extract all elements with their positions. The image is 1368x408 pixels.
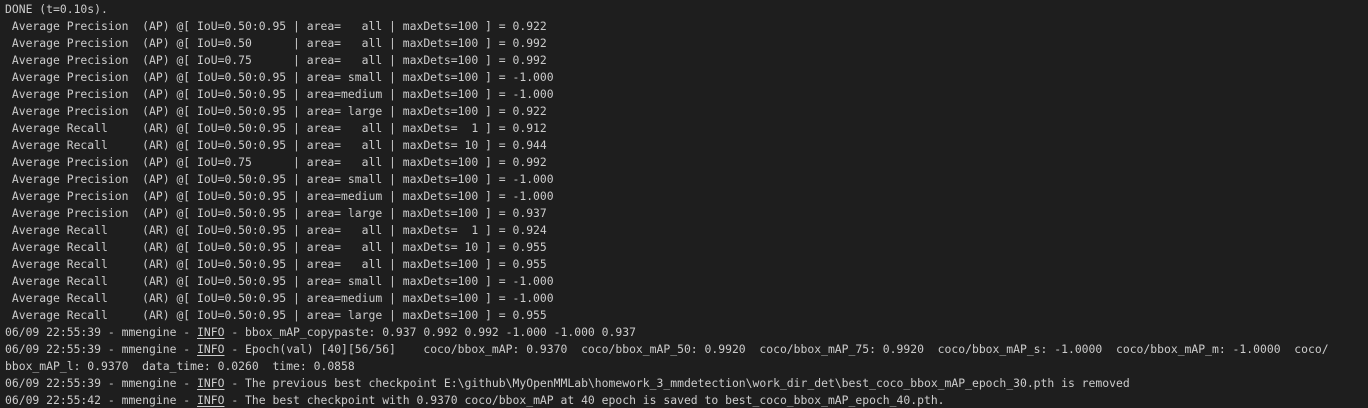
info-label: INFO bbox=[197, 393, 225, 407]
log-prefix: 06/09 22:55:39 - mmengine - bbox=[5, 342, 198, 356]
metric-line: Average Precision (AP) @[ IoU=0.50 | are… bbox=[5, 36, 547, 50]
info-label: INFO bbox=[197, 325, 225, 339]
log-line-epoch-val: 06/09 22:55:39 - mmengine - INFO - Epoch… bbox=[5, 341, 1368, 358]
metric-line: Average Precision (AP) @[ IoU=0.50:0.95 … bbox=[5, 104, 547, 118]
metric-line: Average Precision (AP) @[ IoU=0.75 | are… bbox=[5, 53, 547, 67]
metric-line: Average Precision (AP) @[ IoU=0.75 | are… bbox=[5, 155, 547, 169]
metric-line: Average Precision (AP) @[ IoU=0.50:0.95 … bbox=[5, 70, 554, 84]
metric-line: Average Recall (AR) @[ IoU=0.50:0.95 | a… bbox=[5, 240, 547, 254]
metrics-block-b: Average Precision (AP) @[ IoU=0.75 | are… bbox=[5, 154, 1368, 324]
log-message: - The previous best checkpoint E:\github… bbox=[224, 376, 1130, 390]
metric-line: Average Recall (AR) @[ IoU=0.50:0.95 | a… bbox=[5, 308, 547, 322]
done-line: DONE (t=0.10s). bbox=[5, 2, 108, 16]
metric-line: Average Recall (AR) @[ IoU=0.50:0.95 | a… bbox=[5, 121, 547, 135]
log-line-epoch-val-continued: bbox_mAP_l: 0.9370 data_time: 0.0260 tim… bbox=[5, 359, 355, 373]
log-prefix: 06/09 22:55:42 - mmengine - bbox=[5, 393, 198, 407]
info-label: INFO bbox=[197, 376, 225, 390]
log-prefix: 06/09 22:55:39 - mmengine - bbox=[5, 376, 198, 390]
log-prefix: 06/09 22:55:39 - mmengine - bbox=[5, 325, 198, 339]
log-message: - The best checkpoint with 0.9370 coco/b… bbox=[224, 393, 945, 407]
log-message: - Epoch(val) [40][56/56] coco/bbox_mAP: … bbox=[224, 342, 1329, 356]
metric-line: Average Recall (AR) @[ IoU=0.50:0.95 | a… bbox=[5, 291, 554, 305]
info-label: INFO bbox=[197, 342, 225, 356]
metric-line: Average Precision (AP) @[ IoU=0.50:0.95 … bbox=[5, 206, 547, 220]
metric-line: Average Recall (AR) @[ IoU=0.50:0.95 | a… bbox=[5, 274, 554, 288]
terminal-output[interactable]: DONE (t=0.10s). Average Precision (AP) @… bbox=[0, 0, 1368, 408]
log-line-checkpoint-saved: 06/09 22:55:42 - mmengine - INFO - The b… bbox=[5, 392, 1368, 408]
metric-line: Average Precision (AP) @[ IoU=0.50:0.95 … bbox=[5, 87, 554, 101]
log-line-checkpoint-removed: 06/09 22:55:39 - mmengine - INFO - The p… bbox=[5, 375, 1368, 392]
metric-line: Average Recall (AR) @[ IoU=0.50:0.95 | a… bbox=[5, 223, 547, 237]
metric-line: Average Recall (AR) @[ IoU=0.50:0.95 | a… bbox=[5, 138, 547, 152]
metrics-block-a: Average Precision (AP) @[ IoU=0.50:0.95 … bbox=[5, 18, 1368, 154]
metric-line: Average Precision (AP) @[ IoU=0.50:0.95 … bbox=[5, 19, 547, 33]
metric-line: Average Precision (AP) @[ IoU=0.50:0.95 … bbox=[5, 189, 554, 203]
log-message: - bbox_mAP_copypaste: 0.937 0.992 0.992 … bbox=[224, 325, 636, 339]
metric-line: Average Precision (AP) @[ IoU=0.50:0.95 … bbox=[5, 172, 554, 186]
log-line-copypaste: 06/09 22:55:39 - mmengine - INFO - bbox_… bbox=[5, 324, 1368, 341]
metric-line: Average Recall (AR) @[ IoU=0.50:0.95 | a… bbox=[5, 257, 547, 271]
